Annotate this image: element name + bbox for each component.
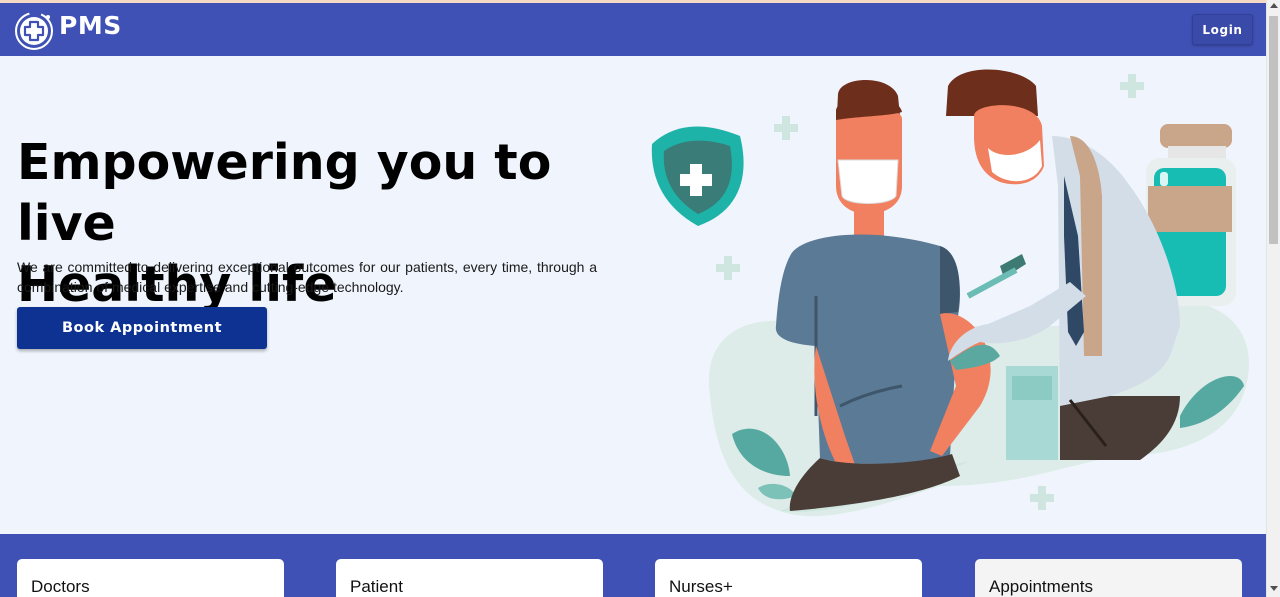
services-section: Doctors Patient Nurses+ Appointments [0, 534, 1266, 597]
nurses-card-title: Nurses+ [669, 577, 733, 596]
brand-name: PMS [59, 10, 122, 40]
login-button[interactable]: Login [1192, 14, 1253, 45]
scroll-up-arrow-icon[interactable] [1270, 3, 1278, 8]
hero-title-line-1: Empowering you to live [17, 134, 552, 252]
navbar: PMS Login [0, 3, 1266, 56]
vertical-scrollbar[interactable] [1266, 0, 1280, 597]
doctors-card[interactable]: Doctors [17, 559, 284, 597]
appointments-card[interactable]: Appointments [975, 559, 1242, 597]
doctor-vaccinating-patient-illustration [640, 56, 1266, 534]
patient-card-title: Patient [350, 577, 403, 596]
appointments-card-title: Appointments [989, 577, 1093, 596]
patient-card[interactable]: Patient [336, 559, 603, 597]
hero-section: Empowering you to live Healthy life We a… [0, 56, 1266, 534]
book-appointment-button[interactable]: Book Appointment [17, 307, 267, 349]
doctors-card-title: Doctors [31, 577, 90, 596]
brand[interactable]: PMS [15, 10, 122, 50]
hero-subtitle: We are committed to delivering exception… [17, 259, 597, 295]
medical-cross-logo-icon [15, 10, 55, 50]
nurses-card[interactable]: Nurses+ [655, 559, 922, 597]
scrollbar-thumb[interactable] [1269, 16, 1278, 244]
scroll-down-arrow-icon[interactable] [1270, 586, 1278, 591]
